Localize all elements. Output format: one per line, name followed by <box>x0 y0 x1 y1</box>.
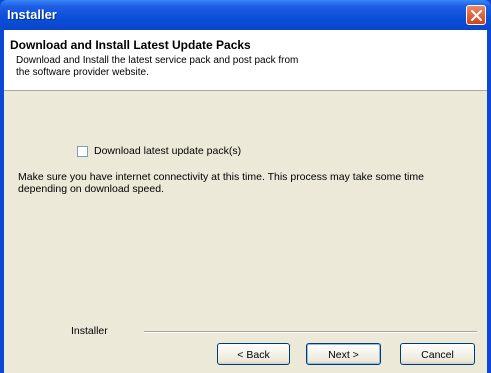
footer-divider <box>144 331 477 333</box>
download-update-label[interactable]: Download latest update pack(s) <box>94 145 241 157</box>
title-bar[interactable]: Installer <box>0 0 491 30</box>
page-description: Download and Install the latest service … <box>16 55 299 78</box>
cancel-button[interactable]: Cancel <box>400 343 475 365</box>
download-update-option[interactable]: Download latest update pack(s) <box>77 145 241 157</box>
window-title: Installer <box>7 7 57 22</box>
page-title: Download and Install Latest Update Packs <box>10 38 251 52</box>
back-button[interactable]: < Back <box>217 343 290 365</box>
header-panel: Download and Install Latest Update Packs… <box>4 30 487 91</box>
close-icon <box>470 9 482 21</box>
installer-window: Installer Download and Install Latest Up… <box>0 0 491 373</box>
next-button[interactable]: Next > <box>306 343 381 365</box>
connectivity-note: Make sure you have internet connectivity… <box>18 171 424 195</box>
footer-brand: Installer <box>71 325 108 337</box>
dialog-body: Download and Install Latest Update Packs… <box>4 30 487 373</box>
download-update-checkbox[interactable] <box>77 145 88 157</box>
close-button[interactable] <box>466 5 486 25</box>
